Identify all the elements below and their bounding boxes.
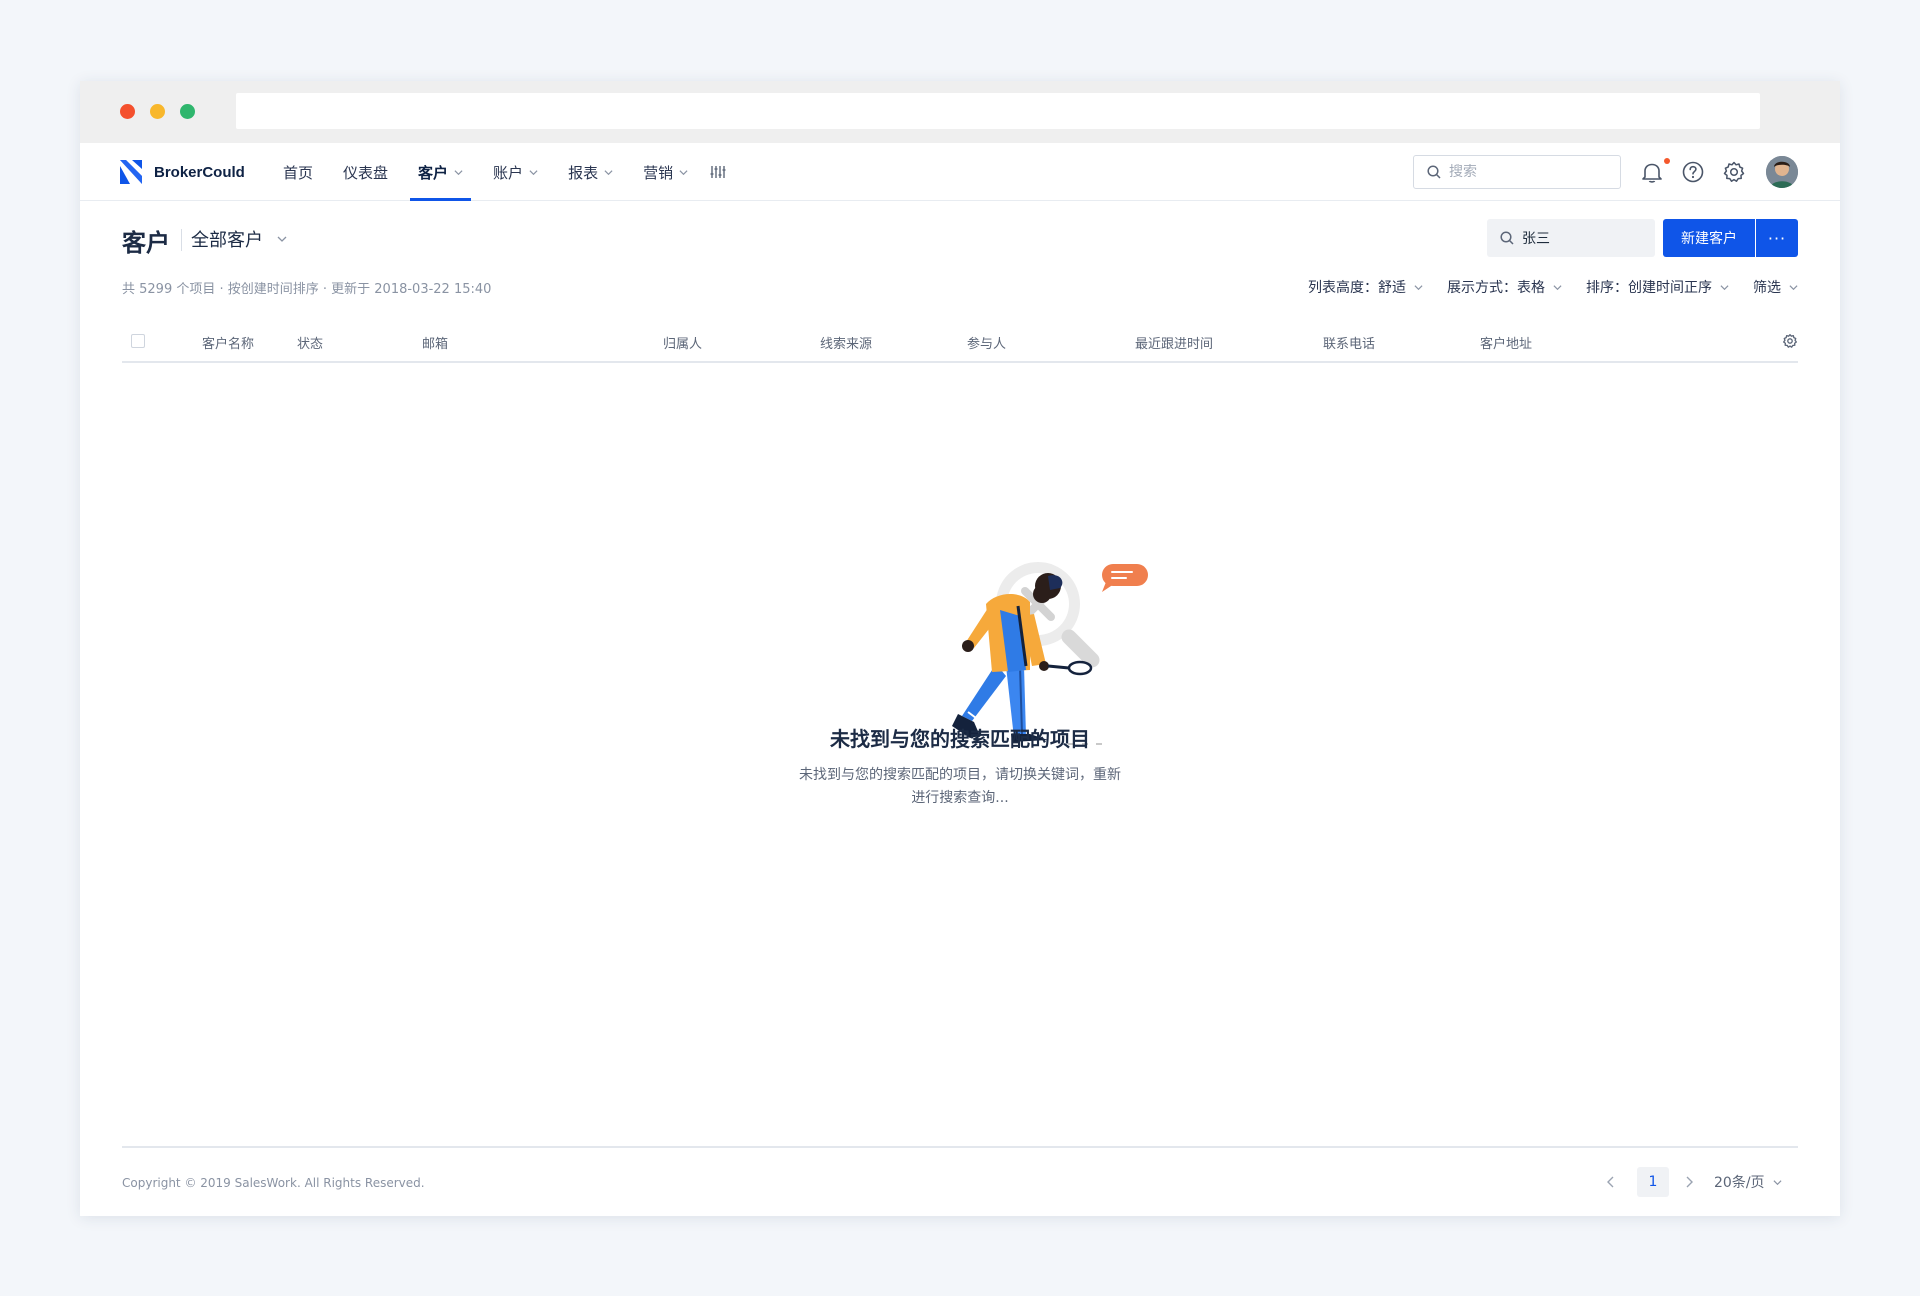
brokercould-logo-icon: [120, 160, 142, 184]
browser-chrome: [80, 81, 1840, 143]
pager-prev-button[interactable]: [1599, 1170, 1623, 1194]
close-window-button[interactable]: [120, 104, 135, 119]
chevron-right-icon: [1686, 1176, 1693, 1188]
nav-customize-button[interactable]: [710, 143, 726, 201]
footer-divider: [122, 1146, 1798, 1148]
main-nav: 首页 仪表盘 客户 账户 报表 营销: [283, 143, 726, 201]
table-header: 客户名称 状态 邮箱 归属人 线索来源 参与人 最近跟进时间 联系电话 客户地址: [122, 319, 1798, 363]
customer-search[interactable]: [1487, 219, 1655, 257]
display-mode-control[interactable]: 展示方式：表格: [1447, 277, 1562, 297]
search-icon: [1500, 231, 1514, 245]
adjust-icon: [710, 166, 726, 178]
page-title: 客户: [122, 229, 170, 257]
nav-item-label: 报表: [568, 163, 599, 182]
column-header-name[interactable]: 客户名称: [202, 333, 254, 352]
nav-item-reports[interactable]: 报表: [568, 143, 613, 201]
list-controls: 列表高度：舒适 展示方式：表格 排序：创建时间正序 筛选: [1284, 277, 1798, 297]
filter-control[interactable]: 筛选: [1753, 277, 1798, 297]
copyright: Copyright © 2019 SalesWork. All Rights R…: [122, 1176, 425, 1190]
list-summary: 共 5299 个项目 · 按创建时间排序 · 更新于 2018-03-22 15…: [122, 282, 492, 297]
app-window: BrokerCould 首页 仪表盘 客户 账户 报表 营销 搜索 客户 全部客…: [80, 81, 1840, 1216]
column-header-email[interactable]: 邮箱: [422, 333, 448, 352]
page-size-label: 20条/页: [1714, 1175, 1765, 1191]
avatar[interactable]: [1766, 156, 1798, 188]
chevron-down-icon: [679, 169, 688, 175]
more-actions-button[interactable]: ···: [1756, 219, 1798, 257]
column-header-status[interactable]: 状态: [297, 333, 323, 352]
help-icon[interactable]: [1681, 160, 1705, 184]
empty-state-line: 未找到与您的搜索匹配的项目，请切换关键词，重新: [799, 767, 1121, 783]
view-selector-label: 全部客户: [191, 230, 263, 251]
chevron-down-icon: [1414, 284, 1423, 290]
global-search[interactable]: [1413, 155, 1621, 189]
logo[interactable]: BrokerCould: [120, 159, 245, 185]
title-divider: [181, 229, 182, 251]
column-header-lead-source[interactable]: 线索来源: [820, 333, 872, 352]
column-header-phone[interactable]: 联系电话: [1323, 333, 1375, 352]
chevron-down-icon: [529, 169, 538, 175]
customer-search-input[interactable]: [1522, 230, 1652, 246]
chevron-down-icon: [454, 169, 463, 175]
bell-icon[interactable]: [1640, 160, 1664, 184]
control-label: 筛选: [1753, 280, 1781, 296]
empty-state-title: 未找到与您的搜索匹配的项目: [830, 727, 1090, 751]
pager-page-current[interactable]: 1: [1637, 1167, 1669, 1197]
column-header-last-followup[interactable]: 最近跟进时间: [1135, 333, 1213, 352]
nav-item-label: 客户: [418, 163, 449, 182]
column-settings-icon[interactable]: [1782, 333, 1798, 349]
chevron-down-icon: [1553, 284, 1562, 290]
new-customer-button[interactable]: 新建客户: [1663, 219, 1755, 257]
maximize-window-button[interactable]: [180, 104, 195, 119]
column-header-participants[interactable]: 参与人: [967, 333, 1006, 352]
chevron-down-icon: [277, 236, 287, 242]
column-header-owner[interactable]: 归属人: [663, 333, 702, 352]
column-header-address[interactable]: 客户地址: [1480, 333, 1532, 352]
control-label: 列表高度：舒适: [1308, 280, 1406, 296]
global-search-input[interactable]: [1449, 164, 1609, 180]
gear-icon[interactable]: [1722, 160, 1746, 184]
select-all-checkbox[interactable]: [131, 334, 145, 348]
view-selector[interactable]: 全部客户: [191, 226, 287, 252]
nav-item-marketing[interactable]: 营销: [643, 143, 688, 201]
control-label: 展示方式：表格: [1447, 280, 1545, 296]
nav-item-dashboard[interactable]: 仪表盘: [343, 143, 388, 201]
chevron-down-icon: [1720, 284, 1729, 290]
search-icon: [1427, 165, 1441, 179]
sort-control[interactable]: 排序：创建时间正序: [1586, 277, 1729, 297]
empty-state-line: 进行搜索查询...: [911, 790, 1009, 806]
control-label: 排序：创建时间正序: [1586, 280, 1712, 296]
empty-state-description: 未找到与您的搜索匹配的项目，请切换关键词，重新 进行搜索查询...: [783, 764, 1137, 810]
top-navigation: BrokerCould 首页 仪表盘 客户 账户 报表 营销: [80, 143, 1840, 201]
notification-badge: [1664, 158, 1670, 164]
row-height-control[interactable]: 列表高度：舒适: [1308, 277, 1423, 297]
nav-item-label: 账户: [493, 163, 524, 182]
page-size-select[interactable]: 20条/页: [1714, 1172, 1782, 1192]
nav-item-label: 营销: [643, 163, 674, 182]
brand-name: BrokerCould: [154, 163, 245, 181]
nav-item-accounts[interactable]: 账户: [493, 143, 538, 201]
minimize-window-button[interactable]: [150, 104, 165, 119]
user-avatar-icon: [1766, 156, 1798, 188]
nav-item-label: 首页: [283, 163, 314, 182]
nav-item-home[interactable]: 首页: [283, 143, 313, 201]
nav-item-customers[interactable]: 客户: [410, 143, 472, 201]
nav-item-label: 仪表盘: [343, 163, 389, 182]
pager-next-button[interactable]: [1677, 1170, 1701, 1194]
address-bar[interactable]: [236, 93, 1760, 129]
chevron-down-icon: [1773, 1179, 1782, 1185]
chevron-left-icon: [1607, 1176, 1614, 1188]
chevron-down-icon: [604, 169, 613, 175]
chevron-down-icon: [1789, 284, 1798, 290]
